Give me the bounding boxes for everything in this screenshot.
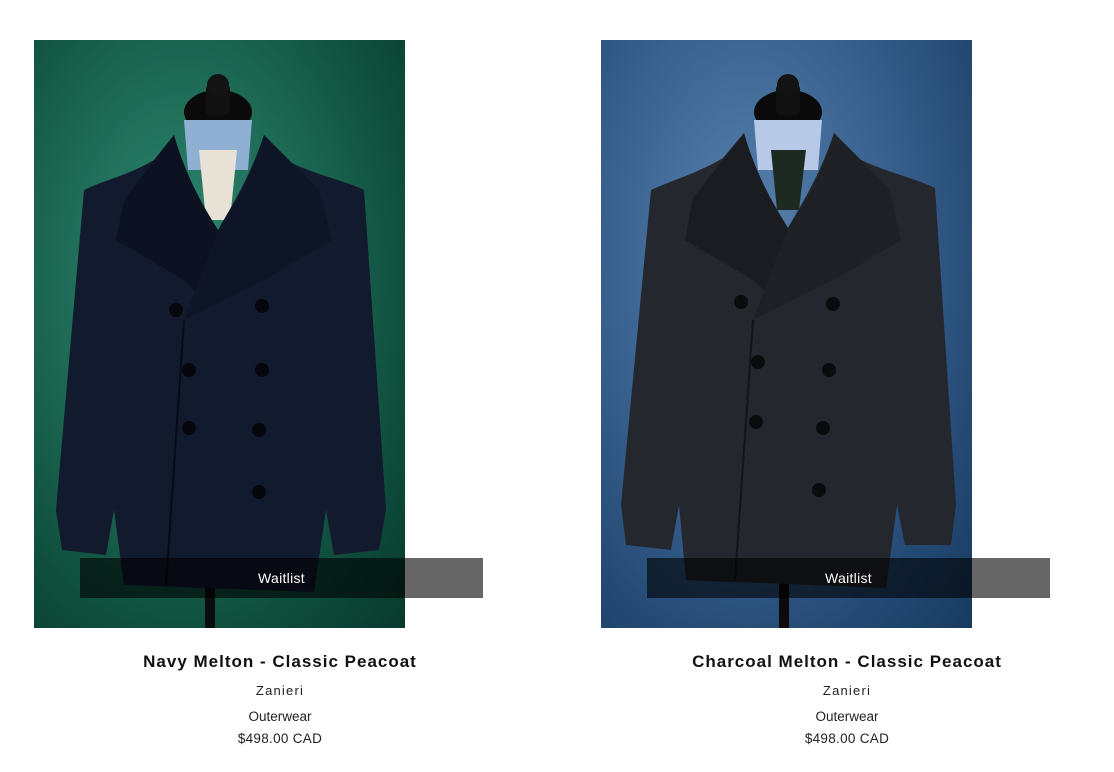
waitlist-button-label: Waitlist — [258, 570, 305, 586]
product-image[interactable] — [34, 40, 405, 628]
waitlist-button-label: Waitlist — [825, 570, 872, 586]
product-title[interactable]: Navy Melton - Classic Peacoat — [0, 652, 560, 672]
product-price: $498.00 CAD — [804, 731, 890, 746]
waitlist-button[interactable]: Waitlist — [647, 558, 1050, 598]
product-brand: Zanieri — [255, 683, 305, 698]
product-brand: Zanieri — [822, 683, 872, 698]
product-category: Outerwear — [248, 709, 312, 724]
product-price: $498.00 CAD — [237, 731, 323, 746]
product-title[interactable]: Charcoal Melton - Classic Peacoat — [567, 652, 1114, 672]
product-category: Outerwear — [815, 709, 879, 724]
waitlist-button[interactable]: Waitlist — [80, 558, 483, 598]
coat-illustration — [621, 74, 956, 628]
product-image[interactable] — [601, 40, 972, 628]
coat-illustration — [56, 74, 386, 628]
product-card[interactable]: Waitlist Navy Melton - Classic Peacoat Z… — [0, 0, 520, 772]
product-card[interactable]: Waitlist Charcoal Melton - Classic Peaco… — [567, 0, 1087, 772]
